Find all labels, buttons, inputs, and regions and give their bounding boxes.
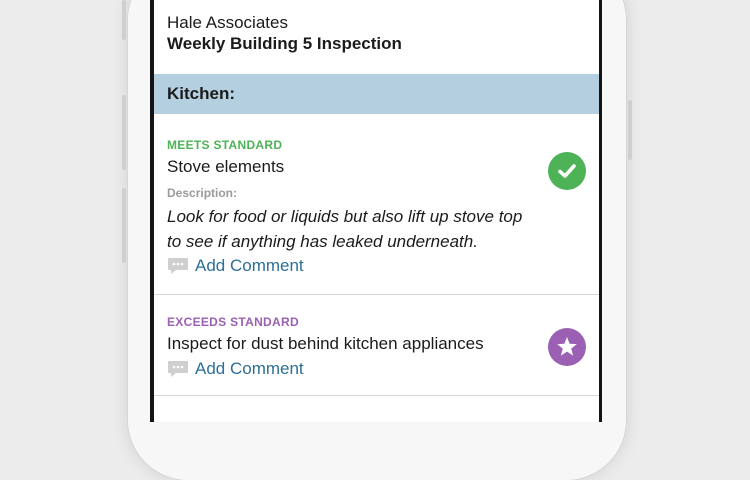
section-header-kitchen: Kitchen: <box>154 74 599 114</box>
description-label: Description: <box>167 186 238 200</box>
star-icon <box>557 337 577 356</box>
add-comment-label: Add Comment <box>195 256 304 275</box>
status-badge[interactable] <box>548 152 586 190</box>
app-screen: Hale Associates Weekly Building 5 Inspec… <box>154 0 599 422</box>
company-name: Hale Associates <box>167 13 288 32</box>
item-title: Inspect for dust behind kitchen applianc… <box>167 334 484 353</box>
comment-bubble-icon <box>168 361 188 377</box>
add-comment-label: Add Comment <box>195 359 304 378</box>
add-comment-button[interactable]: Add Comment <box>167 359 586 379</box>
phone-side-button <box>628 100 632 160</box>
comment-bubble-icon <box>168 258 188 274</box>
checklist-item[interactable]: MEETS STANDARD Stove elements Descriptio… <box>154 114 599 295</box>
checklist-item[interactable]: EXCEEDS STANDARD Inspect for dust behind… <box>154 295 599 396</box>
status-badge[interactable] <box>548 328 586 366</box>
add-comment-button[interactable]: Add Comment <box>167 256 586 276</box>
inspection-header: Hale Associates Weekly Building 5 Inspec… <box>154 0 599 74</box>
checkmark-icon <box>558 164 576 178</box>
status-label: MEETS STANDARD <box>167 138 283 152</box>
status-label: EXCEEDS STANDARD <box>167 315 299 329</box>
inspection-title: Weekly Building 5 Inspection <box>167 34 402 53</box>
item-description: Look for food or liquids but also lift u… <box>167 207 523 251</box>
phone-side-button <box>122 95 126 170</box>
phone-side-button <box>122 0 126 40</box>
item-title: Stove elements <box>167 157 285 176</box>
phone-side-button <box>122 188 126 263</box>
